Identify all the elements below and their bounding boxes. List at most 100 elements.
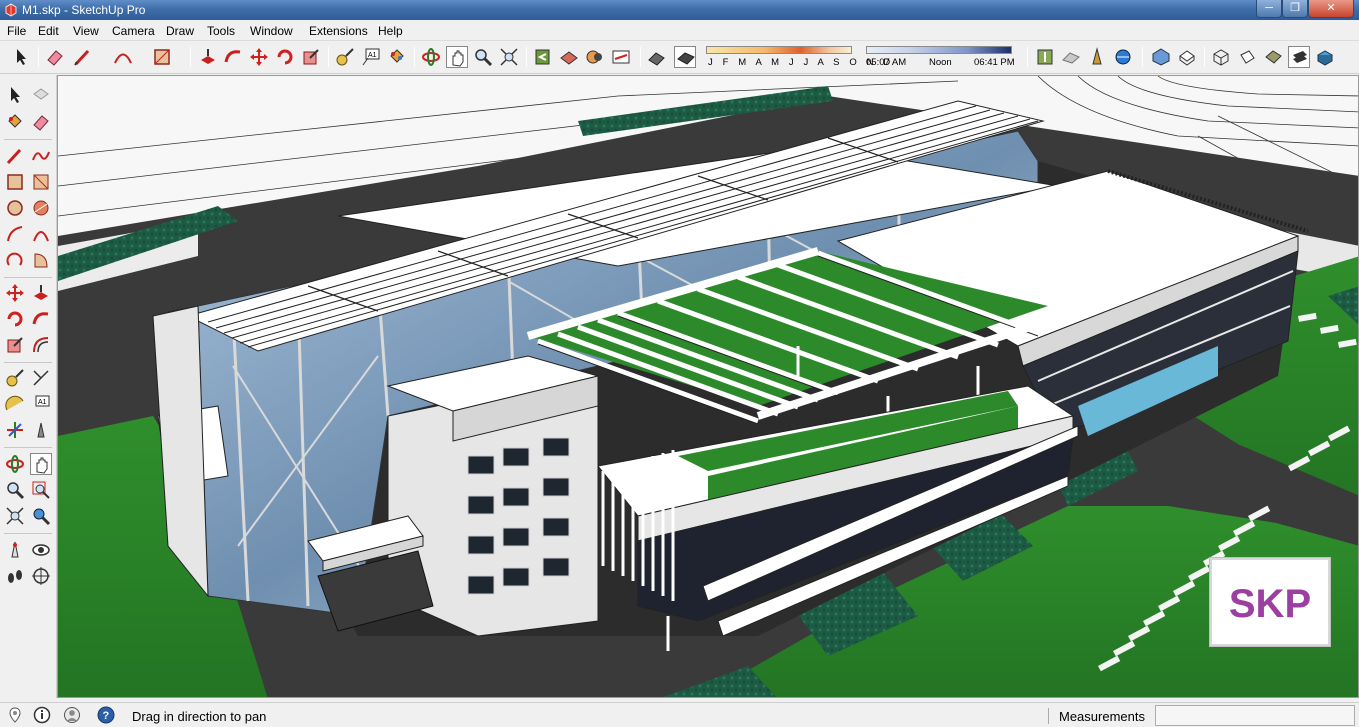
menu-edit[interactable]: Edit <box>38 24 59 38</box>
monochrome-icon[interactable] <box>1288 46 1310 68</box>
previous-view-icon[interactable] <box>532 46 554 68</box>
text-icon[interactable]: A1 <box>30 393 52 415</box>
shadows-icon[interactable] <box>584 46 606 68</box>
status-divider <box>1048 708 1049 724</box>
zoom-extents-icon[interactable] <box>498 46 520 68</box>
tape-measure-icon[interactable] <box>4 367 26 389</box>
shaded-icon[interactable] <box>1262 46 1284 68</box>
menu-file[interactable]: File <box>7 24 26 38</box>
top-view-icon[interactable] <box>1176 46 1198 68</box>
zoom-icon[interactable] <box>472 46 494 68</box>
user-account-icon[interactable] <box>63 706 81 724</box>
section-plane-icon[interactable] <box>30 565 52 587</box>
info-icon[interactable] <box>33 706 51 724</box>
orbit-icon[interactable] <box>420 46 442 68</box>
menu-extensions[interactable]: Extensions <box>309 24 368 38</box>
eraser-icon[interactable] <box>30 111 52 133</box>
rotated-rectangle-icon[interactable] <box>30 171 52 193</box>
walk-icon[interactable] <box>4 565 26 587</box>
measurements-input[interactable] <box>1155 705 1355 726</box>
axes-icon[interactable] <box>4 419 26 441</box>
orbit-icon[interactable] <box>4 453 26 475</box>
menu-help[interactable]: Help <box>378 24 403 38</box>
polygon-icon[interactable] <box>30 197 52 219</box>
minimize-button[interactable]: ─ <box>1256 0 1282 18</box>
circle-icon[interactable] <box>4 197 26 219</box>
xray-icon[interactable] <box>646 46 668 68</box>
toggle-terrain-icon[interactable] <box>1060 46 1082 68</box>
zoom-icon[interactable] <box>4 479 26 501</box>
zoom-extents-icon[interactable] <box>4 505 26 527</box>
rotate-icon[interactable] <box>4 308 26 330</box>
close-button[interactable]: ✕ <box>1308 0 1354 18</box>
menu-view[interactable]: View <box>73 24 99 38</box>
tape-measure-icon[interactable] <box>334 46 356 68</box>
pan-icon[interactable] <box>30 453 52 475</box>
select-icon[interactable] <box>4 84 26 106</box>
geolocation-icon[interactable] <box>6 706 24 724</box>
zoom-window-icon[interactable] <box>30 479 52 501</box>
menu-window[interactable]: Window <box>250 24 293 38</box>
previous-icon[interactable] <box>30 505 52 527</box>
text-icon[interactable]: A1 <box>360 46 382 68</box>
offset-icon[interactable] <box>30 334 52 356</box>
hidden-line-icon[interactable] <box>1236 46 1258 68</box>
shadow-time-slider[interactable]: 05:07 AM Noon 06:41 PM <box>866 44 1016 70</box>
menu-draw[interactable]: Draw <box>166 24 194 38</box>
protractor-icon[interactable] <box>4 393 26 415</box>
paint-bucket-icon[interactable] <box>386 46 408 68</box>
textured-icon[interactable] <box>1314 46 1336 68</box>
rectangle-icon[interactable] <box>4 171 26 193</box>
freehand-icon[interactable] <box>30 145 52 167</box>
move-icon[interactable] <box>248 46 270 68</box>
follow-me-icon[interactable] <box>222 46 244 68</box>
share-model-icon[interactable] <box>1112 46 1134 68</box>
push-pull-icon[interactable] <box>30 282 52 304</box>
follow-me-icon[interactable] <box>30 308 52 330</box>
look-around-icon[interactable] <box>30 539 52 561</box>
eraser-icon[interactable] <box>44 46 66 68</box>
pencil-icon[interactable] <box>72 46 94 68</box>
month-gradient-bar[interactable] <box>706 46 852 54</box>
push-pull-icon[interactable] <box>197 46 219 68</box>
wireframe-icon[interactable] <box>1210 46 1232 68</box>
pan-icon[interactable] <box>446 46 468 68</box>
standard-views-icon[interactable] <box>558 46 580 68</box>
rotate-icon[interactable] <box>274 46 296 68</box>
maximize-button[interactable]: ❐ <box>1282 0 1308 18</box>
paint-bucket-icon[interactable] <box>4 111 26 133</box>
status-message: Drag in direction to pan <box>132 709 267 724</box>
time-start-label: 05:07 AM <box>866 57 907 68</box>
arc-icon[interactable] <box>112 46 134 68</box>
warehouse-icon[interactable] <box>1086 46 1108 68</box>
skp-watermark-badge: SKP <box>1210 558 1330 646</box>
building-model-scene[interactable] <box>58 76 1359 698</box>
add-location-icon[interactable] <box>1034 46 1056 68</box>
menu-camera[interactable]: Camera <box>112 24 155 38</box>
isometric-view-icon[interactable] <box>1150 46 1172 68</box>
help-icon[interactable]: ? <box>97 706 115 724</box>
pie-icon[interactable] <box>30 249 52 271</box>
3d-text-icon[interactable] <box>30 419 52 441</box>
rectangle-icon[interactable] <box>151 46 173 68</box>
position-camera-icon[interactable] <box>4 539 26 561</box>
two-point-arc-icon[interactable] <box>30 223 52 245</box>
shadow-month-slider[interactable]: J F M A M J J A S O N D <box>706 44 890 70</box>
dimension-icon[interactable] <box>30 367 52 389</box>
sketchup-app-icon[interactable] <box>4 3 18 17</box>
move-icon[interactable] <box>4 282 26 304</box>
menu-bar: File Edit View Camera Draw Tools Window … <box>0 20 1359 41</box>
back-edges-icon[interactable] <box>674 46 696 68</box>
make-component-icon[interactable] <box>30 84 52 106</box>
menu-tools[interactable]: Tools <box>207 24 235 38</box>
line-icon[interactable] <box>4 145 26 167</box>
time-end-label: 06:41 PM <box>974 57 1015 68</box>
select-icon[interactable] <box>10 46 32 68</box>
scale-icon[interactable] <box>300 46 322 68</box>
fog-icon[interactable] <box>610 46 632 68</box>
three-point-arc-icon[interactable] <box>4 249 26 271</box>
scale-icon[interactable] <box>4 334 26 356</box>
arc-icon[interactable] <box>4 223 26 245</box>
time-gradient-bar[interactable] <box>866 46 1012 54</box>
model-viewport[interactable] <box>57 75 1359 698</box>
